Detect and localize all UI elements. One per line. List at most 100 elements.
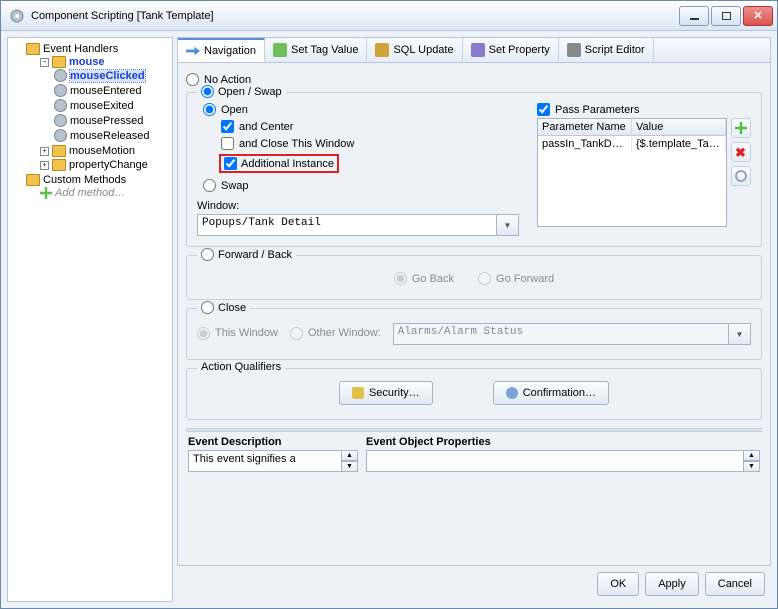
label-forward-back: Forward / Back [218,249,292,261]
event-description-field[interactable]: This event signifies a [188,450,342,472]
parameter-table[interactable]: Parameter Name Value passIn_TankD… {$.te… [537,118,727,227]
tree-panel: Event Handlers − mouse mouseClicked mouse… [7,37,173,602]
link-parameter-button[interactable] [731,166,751,186]
tree-mouseEntered[interactable]: mouseEntered [70,85,142,97]
radio-open[interactable] [203,103,216,116]
tree-mousePressed[interactable]: mousePressed [70,115,143,127]
expand-icon[interactable]: + [40,161,49,170]
tree-mouseExited[interactable]: mouseExited [70,100,134,112]
tab-set-property[interactable]: Set Property [463,38,559,62]
group-forward-back: Forward / Back Go Back Go Forward [186,255,762,300]
window-select[interactable]: Popups/Tank Detail [197,214,497,236]
link-icon [735,170,747,182]
radio-open-swap[interactable] [201,85,214,98]
event-icon [54,129,67,142]
label-go-back: Go Back [412,273,454,285]
tree-propertyChange[interactable]: propertyChange [69,159,148,171]
button-label: Cancel [718,578,752,590]
apply-button[interactable]: Apply [645,572,699,596]
label-window: Window: [197,200,239,212]
radio-this-window [197,327,210,340]
remove-parameter-button[interactable]: ✖ [731,142,751,162]
check-and-center[interactable] [221,120,234,133]
confirmation-button[interactable]: Confirmation… [493,381,609,405]
tab-set-tag-value[interactable]: Set Tag Value [265,38,367,62]
tab-script-editor[interactable]: Script Editor [559,38,654,62]
add-icon [40,187,52,199]
label-open-swap: Open / Swap [218,86,282,98]
folder-icon [26,174,40,186]
label-close: Close [218,302,246,314]
highlight-additional-instance: Additional Instance [219,154,339,173]
button-label: Security… [369,387,420,399]
label-event-object-properties: Event Object Properties [366,434,760,450]
close-button[interactable]: ✕ [743,6,773,26]
event-description-spinner[interactable]: ▲▼ [342,450,358,472]
collapse-icon[interactable]: − [40,58,49,67]
titlebar[interactable]: Component Scripting [Tank Template] ✕ [1,1,777,31]
app-icon [9,8,25,24]
event-object-properties-field[interactable] [366,450,744,472]
group-close: Close This Window Other Window: Alarms/A… [186,308,762,360]
event-icon [54,84,67,97]
splitter[interactable] [186,428,762,432]
tree-mouseReleased[interactable]: mouseReleased [70,130,150,142]
label-and-center: and Center [239,121,293,133]
tag-icon [273,43,287,57]
label-no-action: No Action [204,74,251,86]
tab-bar: Navigation Set Tag Value SQL Update Set … [177,37,771,62]
radio-other-window [290,327,303,340]
window-dropdown-button[interactable]: ▼ [497,214,519,236]
tree-mouseMotion[interactable]: mouseMotion [69,145,135,157]
tree-add-method[interactable]: Add method… [55,187,125,199]
button-label: OK [610,578,626,590]
label-additional-instance: Additional Instance [241,158,334,170]
ok-button[interactable]: OK [597,572,639,596]
col-value: Value [632,119,726,135]
property-icon [471,43,485,57]
label-this-window: This Window [215,327,278,339]
tab-label: Set Property [489,44,550,56]
database-icon [375,43,389,57]
label-and-close: and Close This Window [239,138,354,150]
cancel-button[interactable]: Cancel [705,572,765,596]
navigation-panel: No Action Open / Swap Open and Center an… [177,62,771,566]
event-icon [54,69,67,82]
check-additional-instance[interactable] [224,157,237,170]
tab-label: Set Tag Value [291,44,358,56]
check-pass-parameters[interactable] [537,103,550,116]
label-other-window: Other Window: [308,327,381,339]
label-event-description: Event Description [188,434,358,450]
maximize-button[interactable] [711,6,741,26]
table-row[interactable]: passIn_TankD… {$.template_Ta… [538,136,726,152]
minimize-button[interactable] [679,6,709,26]
dialog-footer: OK Apply Cancel [177,566,771,602]
security-button[interactable]: Security… [339,381,433,405]
tree-event-handlers: Event Handlers [43,43,118,55]
col-parameter-name: Parameter Name [538,119,632,135]
label-swap: Swap [221,180,249,192]
tree-mouseClicked[interactable]: mouseClicked [70,70,145,82]
expand-icon[interactable]: + [40,147,49,156]
radio-close[interactable] [201,301,214,314]
tab-sql-update[interactable]: SQL Update [367,38,462,62]
group-action-qualifiers: Action Qualifiers Security… Confirmation… [186,368,762,420]
window-title: Component Scripting [Tank Template] [31,10,214,22]
label-action-qualifiers: Action Qualifiers [201,361,281,373]
group-open-swap: Open / Swap Open and Center and Close Th… [186,92,762,247]
folder-icon [26,43,40,55]
cell-value: {$.template_Ta… [632,136,726,152]
window: Component Scripting [Tank Template] ✕ Ev… [0,0,778,609]
other-window-dropdown-button: ▼ [729,323,751,345]
tab-label: Script Editor [585,44,645,56]
tab-navigation[interactable]: Navigation [178,38,265,62]
event-icon [54,99,67,112]
radio-forward-back[interactable] [201,248,214,261]
event-object-properties-spinner[interactable]: ▲▼ [744,450,760,472]
folder-icon [52,145,66,157]
radio-go-back [394,272,407,285]
radio-swap[interactable] [203,179,216,192]
add-parameter-button[interactable] [731,118,751,138]
check-and-close[interactable] [221,137,234,150]
tree-mouse[interactable]: mouse [69,56,104,68]
